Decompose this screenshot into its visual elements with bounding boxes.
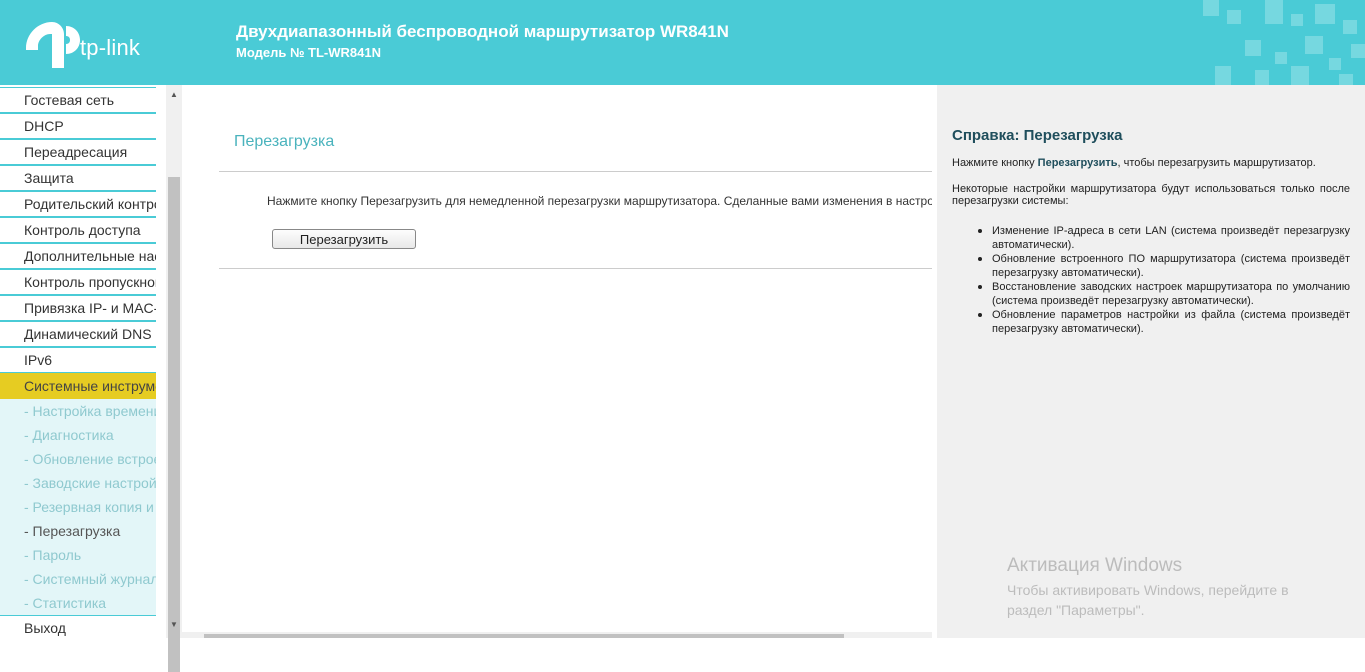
sidebar-item-logout[interactable]: Выход [0,615,156,638]
sidebar-item-ip-mac-binding[interactable]: Привязка IP- и MAC-адресов [0,295,156,321]
scrollbar-thumb[interactable] [204,634,844,638]
sidebar-item-system-tools[interactable]: Системные инструменты [0,373,156,399]
sidebar-item-access-control[interactable]: Контроль доступа [0,217,156,243]
sidebar-item-dynamic-dns[interactable]: Динамический DNS [0,321,156,347]
main-panel: Перезагрузка Нажмите кнопку Перезагрузит… [182,85,937,638]
submenu-system-tools: - Настройка времени - Диагностика - Обно… [0,399,156,615]
page-title: Двухдиапазонный беспроводной маршрутизат… [236,22,729,41]
reboot-button[interactable]: Перезагрузить [272,229,416,249]
sidebar-item-dhcp[interactable]: DHCP [0,113,156,139]
header-pattern [1115,0,1365,85]
sidebar-item-parental-control[interactable]: Родительский контроль [0,191,156,217]
sidebar-menu: Гостевая сеть DHCP Переадресация Защита … [0,87,156,638]
sidebar-item-advanced-routing[interactable]: Дополнительные настройки маршрутизации [0,243,156,269]
submenu-item-diagnostics[interactable]: - Диагностика [0,423,156,447]
model-number: Модель № TL-WR841N [236,45,381,60]
submenu-item-backup-restore[interactable]: - Резервная копия и восстановление [0,495,156,519]
submenu-item-time-settings[interactable]: - Настройка времени [0,399,156,423]
windows-activation-title: Активация Windows [1007,555,1183,576]
windows-activation-text: Чтобы активировать Windows, перейдите в … [1007,582,1289,618]
scroll-up-icon[interactable]: ▲ [166,87,182,103]
submenu-item-reboot[interactable]: - Перезагрузка [0,519,156,543]
help-list-item: Восстановление заводских настроек маршру… [978,281,1350,307]
sidebar-item-forwarding[interactable]: Переадресация [0,139,156,165]
sidebar-item-security[interactable]: Защита [0,165,156,191]
sidebar-item-ipv6[interactable]: IPv6 [0,347,156,373]
help-list-item: Изменение IP-адреса в сети LAN (система … [978,225,1350,251]
sidebar-item-bandwidth-control[interactable]: Контроль пропускной способности [0,269,156,295]
help-intro-suffix: , чтобы перезагрузить маршрутизатор. [1117,157,1316,169]
sidebar-item-guest-network[interactable]: Гостевая сеть [0,87,156,113]
help-intro-prefix: Нажмите кнопку [952,157,1038,169]
logo-text: tp-link [80,35,141,60]
scrollbar-thumb[interactable] [168,177,180,672]
help-list-item: Обновление параметров настройки из файла… [978,309,1350,335]
scroll-down-icon[interactable]: ▼ [166,617,182,633]
divider [219,171,932,172]
sidebar: Гостевая сеть DHCP Переадресация Защита … [0,85,166,638]
help-list-item: Обновление встроенного ПО маршрутизатора… [978,253,1350,279]
help-paragraph: Некоторые настройки маршрутизатора будут… [952,183,1350,207]
help-title: Справка: Перезагрузка [952,127,1123,144]
reboot-description: Нажмите кнопку Перезагрузить для немедле… [267,194,932,208]
main-horizontal-scrollbar[interactable] [182,632,932,638]
help-intro: Нажмите кнопку Перезагрузить, чтобы пере… [952,157,1350,169]
divider [219,268,932,269]
sidebar-scrollbar[interactable]: ▲ ▼ [166,85,182,672]
submenu-item-factory-defaults[interactable]: - Заводские настройки [0,471,156,495]
submenu-item-password[interactable]: - Пароль [0,543,156,567]
submenu-item-system-log[interactable]: - Системный журнал [0,567,156,591]
help-intro-bold: Перезагрузить [1037,157,1118,169]
help-list: Изменение IP-адреса в сети LAN (система … [978,224,1350,336]
submenu-item-firmware-upgrade[interactable]: - Обновление встроенного ПО [0,447,156,471]
header: tp-link Двухдиапазонный беспроводной мар… [0,0,1365,85]
section-title: Перезагрузка [234,133,335,150]
submenu-item-statistics[interactable]: - Статистика [0,591,156,615]
